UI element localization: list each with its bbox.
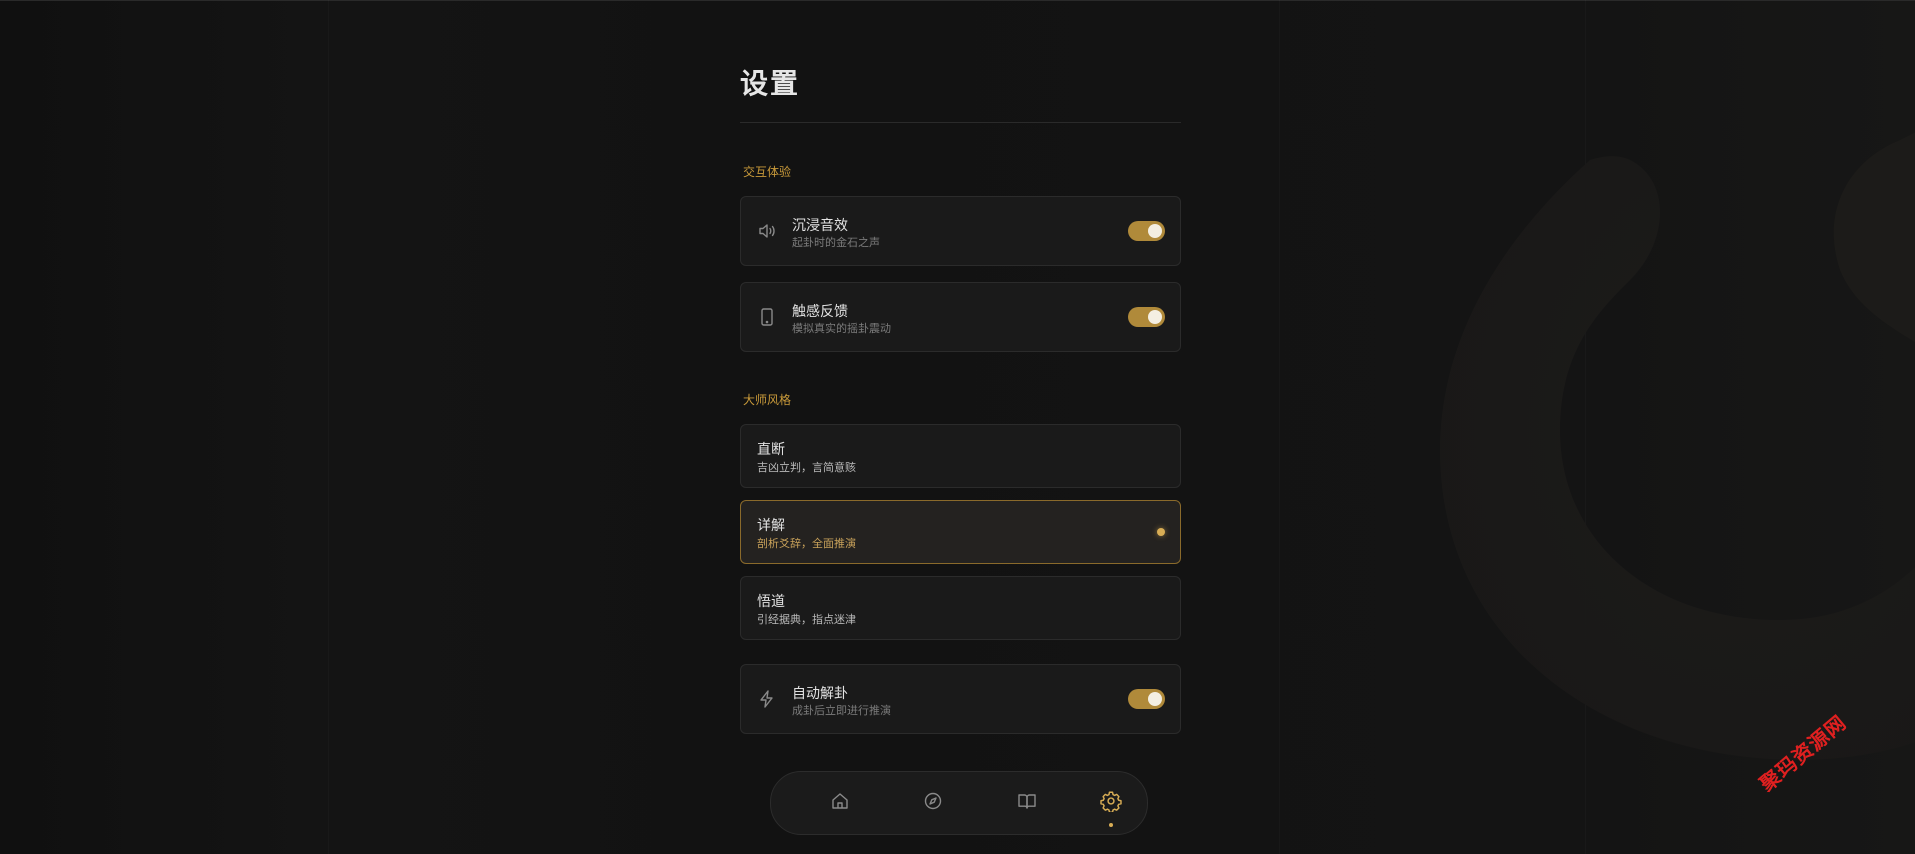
nav-settings[interactable] — [1081, 772, 1141, 834]
book-icon — [1017, 791, 1037, 815]
setting-label: 沉浸音效 — [792, 218, 848, 234]
phone-icon — [757, 307, 777, 327]
setting-description: 起卦时的金石之声 — [792, 236, 880, 249]
toggle-knob — [1148, 224, 1162, 238]
nav-library[interactable] — [997, 772, 1057, 834]
section-label-master-style: 大师风格 — [743, 393, 792, 407]
background-band — [328, 0, 329, 854]
style-option-description: 引经据典，指点迷津 — [757, 613, 856, 626]
home-icon — [830, 791, 850, 815]
title-divider — [740, 122, 1181, 123]
page-title: 设置 — [740, 67, 801, 100]
setting-label: 触感反馈 — [792, 304, 848, 320]
speaker-icon — [757, 221, 777, 241]
sound-effects-toggle[interactable] — [1128, 221, 1165, 241]
toggle-knob — [1148, 692, 1162, 706]
lightning-icon — [757, 689, 777, 709]
nav-explore[interactable] — [903, 772, 963, 834]
section-label-interaction: 交互体验 — [743, 165, 792, 179]
style-option-enlightenment[interactable]: 悟道 引经据典，指点迷津 — [740, 576, 1181, 640]
setting-description: 模拟真实的摇卦震动 — [792, 322, 891, 335]
compass-icon — [923, 791, 943, 815]
style-option-description: 剖析爻辞，全面推演 — [757, 537, 856, 550]
style-option-label: 悟道 — [757, 594, 785, 610]
auto-interpret-toggle[interactable] — [1128, 689, 1165, 709]
setting-label: 自动解卦 — [792, 686, 848, 702]
style-option-label: 详解 — [757, 518, 785, 534]
app-screen: 聚玛资源网 设置 交互体验 沉浸音效 起卦时的金石之声 触感反馈 模拟真实的摇卦… — [0, 0, 1915, 854]
style-option-direct[interactable]: 直断 吉凶立判，言简意赅 — [740, 424, 1181, 488]
setting-description: 成卦后立即进行推演 — [792, 704, 891, 717]
toggle-knob — [1148, 310, 1162, 324]
setting-auto-interpret[interactable]: 自动解卦 成卦后立即进行推演 — [740, 664, 1181, 734]
style-option-description: 吉凶立判，言简意赅 — [757, 461, 856, 474]
setting-haptic-feedback[interactable]: 触感反馈 模拟真实的摇卦震动 — [740, 282, 1181, 352]
haptic-feedback-toggle[interactable] — [1128, 307, 1165, 327]
setting-sound-effects[interactable]: 沉浸音效 起卦时的金石之声 — [740, 196, 1181, 266]
nav-home[interactable] — [810, 772, 870, 834]
style-option-label: 直断 — [757, 442, 785, 458]
style-option-detailed[interactable]: 详解 剖析爻辞，全面推演 — [740, 500, 1181, 564]
selected-indicator — [1157, 528, 1165, 536]
top-border — [0, 0, 1915, 1]
gear-icon — [1100, 790, 1122, 816]
background-band — [1279, 0, 1280, 854]
active-indicator — [1109, 823, 1113, 827]
bottom-navigation — [770, 771, 1148, 835]
